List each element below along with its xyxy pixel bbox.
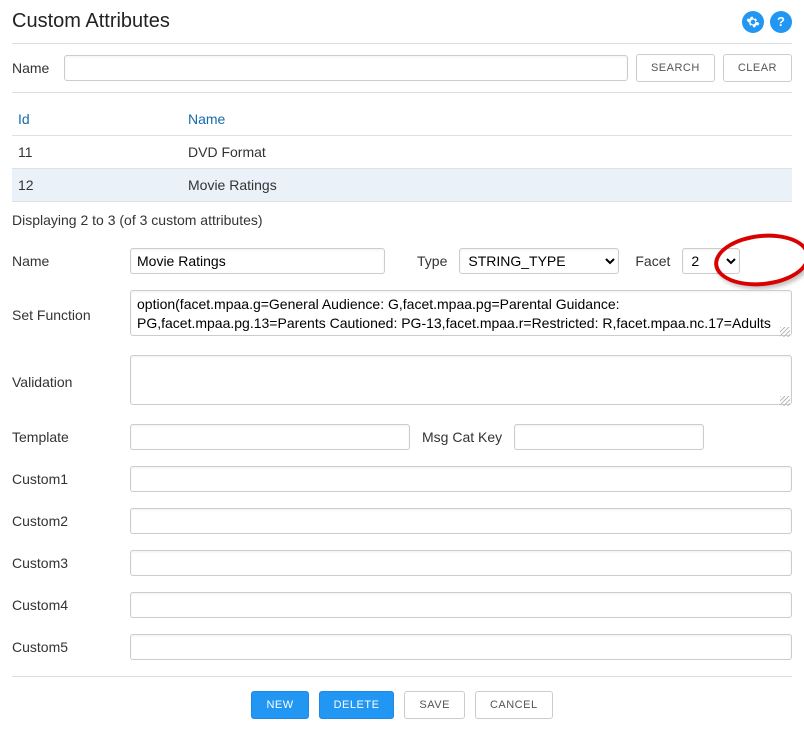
custom2-label: Custom2 — [12, 513, 130, 529]
custom4-label: Custom4 — [12, 597, 130, 613]
validation-wrap — [130, 355, 792, 408]
validation-label: Validation — [12, 374, 130, 390]
cell-id: 12 — [12, 169, 182, 202]
clear-button[interactable]: CLEAR — [723, 54, 792, 82]
search-button[interactable]: SEARCH — [636, 54, 715, 82]
custom1-field[interactable] — [130, 466, 792, 492]
facet-select[interactable]: 2 — [682, 248, 740, 274]
table-row[interactable]: 12 Movie Ratings — [12, 169, 792, 202]
help-icon[interactable]: ? — [770, 11, 792, 33]
custom1-label: Custom1 — [12, 471, 130, 487]
custom3-field[interactable] — [130, 550, 792, 576]
cell-id: 11 — [12, 136, 182, 169]
msgcat-label: Msg Cat Key — [422, 429, 502, 445]
action-bar: NEW DELETE SAVE CANCEL — [12, 691, 792, 719]
cell-name: DVD Format — [182, 136, 792, 169]
delete-button[interactable]: DELETE — [319, 691, 395, 719]
name-type-facet-row: Type STRING_TYPE Facet 2 — [130, 248, 792, 274]
edit-form: Name Type STRING_TYPE Facet 2 Set Functi… — [12, 248, 792, 677]
save-button[interactable]: SAVE — [404, 691, 465, 719]
col-name[interactable]: Name — [182, 103, 792, 136]
new-button[interactable]: NEW — [251, 691, 308, 719]
page-header: Custom Attributes ? — [12, 10, 792, 33]
validation-textarea[interactable] — [130, 355, 792, 405]
template-label: Template — [12, 429, 130, 445]
header-icons: ? — [742, 11, 792, 33]
template-field[interactable] — [130, 424, 410, 450]
name-field[interactable] — [130, 248, 385, 274]
setfn-wrap: option(facet.mpaa.g=General Audience: G,… — [130, 290, 792, 339]
custom3-label: Custom3 — [12, 555, 130, 571]
custom2-field[interactable] — [130, 508, 792, 534]
custom5-label: Custom5 — [12, 639, 130, 655]
table-row[interactable]: 11 DVD Format — [12, 136, 792, 169]
msgcat-field[interactable] — [514, 424, 704, 450]
custom5-field[interactable] — [130, 634, 792, 660]
type-select[interactable]: STRING_TYPE — [459, 248, 619, 274]
type-label: Type — [417, 253, 447, 269]
search-bar: Name SEARCH CLEAR — [12, 43, 792, 93]
custom4-field[interactable] — [130, 592, 792, 618]
col-id[interactable]: Id — [12, 103, 182, 136]
page-title: Custom Attributes — [12, 10, 170, 33]
cell-name: Movie Ratings — [182, 169, 792, 202]
search-label: Name — [12, 60, 56, 76]
setfn-label: Set Function — [12, 307, 130, 323]
attributes-table: Id Name 11 DVD Format 12 Movie Ratings — [12, 103, 792, 202]
facet-label: Facet — [635, 253, 670, 269]
gear-icon[interactable] — [742, 11, 764, 33]
setfn-textarea[interactable]: option(facet.mpaa.g=General Audience: G,… — [130, 290, 792, 336]
cancel-button[interactable]: CANCEL — [475, 691, 553, 719]
template-row: Msg Cat Key — [130, 424, 792, 450]
display-count: Displaying 2 to 3 (of 3 custom attribute… — [12, 212, 792, 228]
search-input[interactable] — [64, 55, 628, 81]
name-label: Name — [12, 253, 130, 269]
